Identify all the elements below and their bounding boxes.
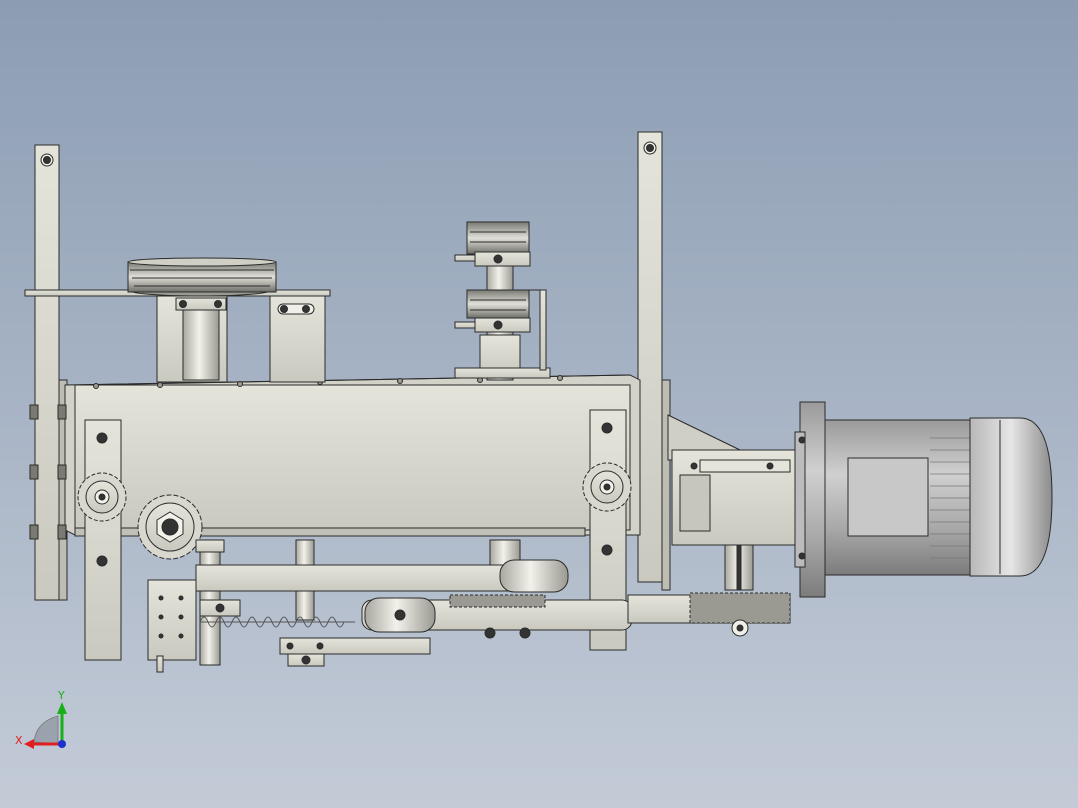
cad-viewport[interactable]: Y X xyxy=(0,0,1078,808)
right-idler-sprocket[interactable] xyxy=(582,462,632,512)
y-axis-label: Y xyxy=(57,689,65,702)
motor-fan-cover[interactable] xyxy=(969,417,1053,577)
lower-twin-pulley[interactable] xyxy=(454,289,531,333)
assembly-model[interactable]: Y X xyxy=(0,0,1078,808)
x-axis-label: X xyxy=(15,734,23,747)
upper-twin-pulley[interactable] xyxy=(454,221,531,267)
output-arm-right[interactable] xyxy=(627,592,791,637)
crank-link-arm[interactable] xyxy=(195,559,569,593)
left-idler-sprocket[interactable] xyxy=(77,472,127,522)
lower-pivot-plate[interactable] xyxy=(279,637,431,667)
axis-triad: Y X xyxy=(15,689,67,749)
main-drive-sprocket[interactable] xyxy=(137,494,203,560)
large-v-belt-pulley[interactable] xyxy=(127,257,277,297)
left-tensioner-plate[interactable] xyxy=(84,419,122,661)
coil-spring[interactable] xyxy=(199,616,355,628)
right-upright-post[interactable] xyxy=(637,131,671,591)
lower-left-bracket[interactable] xyxy=(147,579,197,673)
left-pulley-bracket[interactable] xyxy=(156,295,326,383)
worm-gearbox[interactable] xyxy=(667,414,798,591)
spring-anchor[interactable] xyxy=(199,599,241,617)
electric-motor-body[interactable] xyxy=(824,419,976,576)
